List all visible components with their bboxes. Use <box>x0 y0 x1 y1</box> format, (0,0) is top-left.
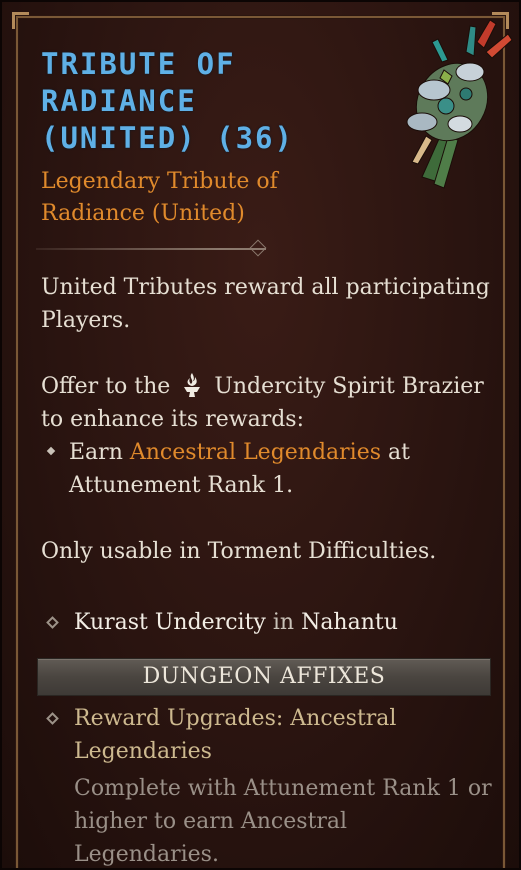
location-connector: in <box>272 610 295 635</box>
affix-name: Reward Upgrades: Ancestral Legendaries <box>74 706 397 764</box>
item-title-line: (United) (36) <box>41 121 294 155</box>
spirit-brazier-icon <box>184 373 201 397</box>
offer-text: Offer to the Undercity Spirit Brazier to… <box>41 370 501 436</box>
location-line: Kurast Undercity in Nahantu <box>74 606 398 639</box>
usable-note: Only usable in Torment Difficulties. <box>41 539 437 564</box>
title-divider <box>36 248 266 250</box>
item-rarity-line: Legendary Tribute of <box>41 169 278 194</box>
item-tooltip: Tribute of Radiance (United) (36) Legend… <box>0 0 521 870</box>
ancestral-legendaries-link[interactable]: Ancestral Legendaries <box>130 440 381 465</box>
frame-corner <box>12 12 29 29</box>
item-title-line: Tribute of <box>41 47 236 81</box>
item-rarity-line: Radiance (United) <box>41 201 245 226</box>
offer-suffix: to enhance its rewards: <box>41 407 305 432</box>
location-region: Nahantu <box>301 610 398 635</box>
item-title-line: Radiance <box>41 84 197 118</box>
location-place: Kurast Undercity <box>74 610 266 635</box>
reward-bullet: Earn Ancestral Legendaries at Attunement… <box>69 436 489 502</box>
affix-description: Complete with Attunement Rank 1 or highe… <box>74 776 492 867</box>
item-description: United Tributes reward all participating… <box>41 275 490 333</box>
item-title: Tribute of Radiance (United) (36) <box>41 46 341 157</box>
offer-target: Undercity Spirit Brazier <box>214 374 484 399</box>
tribute-bouquet-icon <box>406 19 513 189</box>
dungeon-affixes-title: DUNGEON AFFIXES <box>142 664 386 689</box>
item-rarity-type: Legendary Tribute of Radiance (United) <box>41 166 301 230</box>
offer-prefix: Offer to the <box>41 374 171 399</box>
dungeon-affixes-header: DUNGEON AFFIXES <box>37 658 491 696</box>
reward-bullet-prefix: Earn <box>69 440 123 465</box>
